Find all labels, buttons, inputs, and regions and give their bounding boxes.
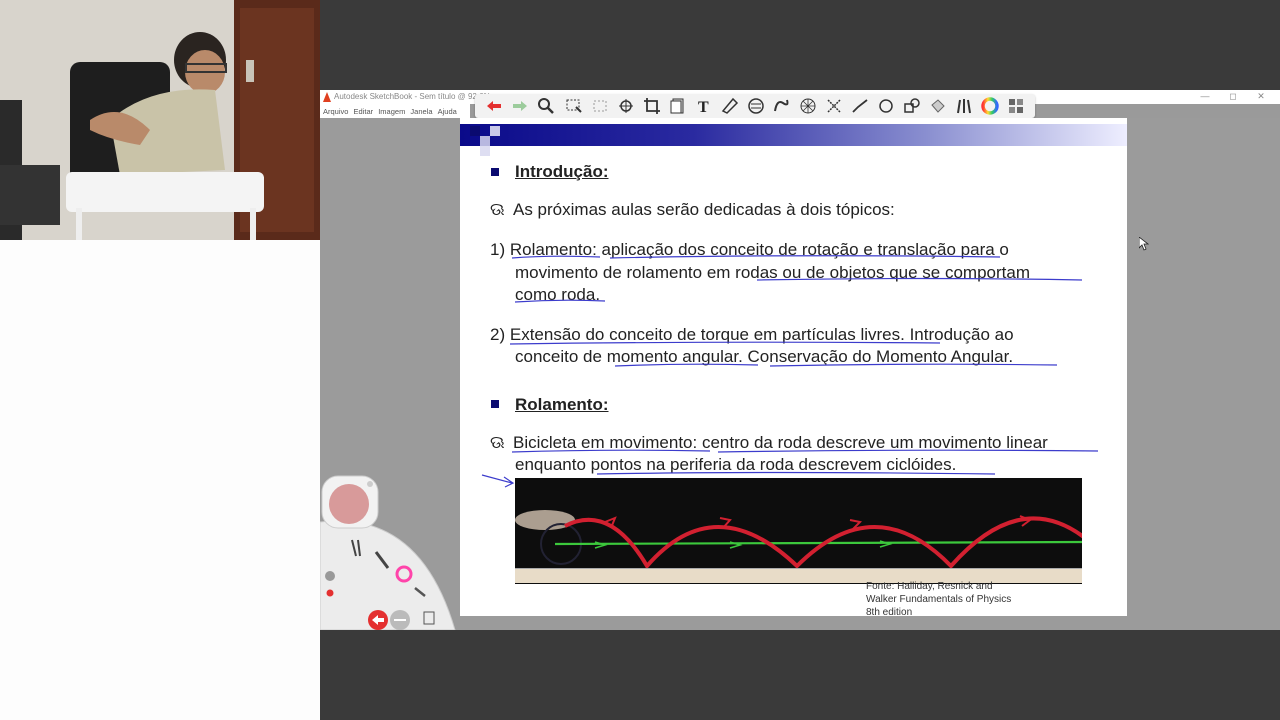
underline-conservacao bbox=[769, 363, 1058, 367]
underline-momento bbox=[614, 363, 759, 367]
shape-icon[interactable] bbox=[903, 97, 921, 115]
presentation-slide: Introdução: ଊ As próximas aulas serão de… bbox=[460, 118, 1127, 616]
menu-imagem[interactable]: Imagem bbox=[378, 107, 405, 116]
svg-text:T: T bbox=[698, 99, 709, 115]
sketchbook-window: Autodesk SketchBook - Sem título @ 92,6%… bbox=[320, 90, 1280, 630]
circle-icon[interactable] bbox=[877, 97, 895, 115]
background-strip-bottom bbox=[320, 630, 1280, 720]
webcam-feed bbox=[0, 0, 320, 240]
webcam-image bbox=[0, 0, 320, 240]
undo-icon[interactable] bbox=[368, 610, 388, 630]
menu-bar: Arquivo Editar Imagem Janela Ajuda bbox=[320, 104, 470, 118]
arrow-annotation bbox=[481, 474, 515, 488]
transform-icon[interactable] bbox=[617, 97, 635, 115]
window-title: Autodesk SketchBook - Sem título @ 92,6% bbox=[334, 92, 491, 101]
credit-line-2: Walker Fundamentals of Physics bbox=[866, 594, 1012, 605]
text-icon[interactable]: T bbox=[695, 97, 713, 115]
redo-icon[interactable] bbox=[390, 610, 410, 630]
undo-icon[interactable] bbox=[485, 97, 503, 115]
select-icon[interactable] bbox=[565, 97, 583, 115]
background-strip-top bbox=[320, 0, 1280, 90]
underline-definition bbox=[609, 255, 1001, 259]
credit-line-3: 8th edition bbox=[866, 607, 913, 616]
brush-color-swatch[interactable] bbox=[329, 484, 369, 524]
crop-icon[interactable] bbox=[643, 97, 661, 115]
copic-icon[interactable] bbox=[1007, 97, 1025, 115]
menu-editar[interactable]: Editar bbox=[354, 107, 374, 116]
red-dot-icon bbox=[326, 589, 334, 597]
figure-credit: Fonte: Halliday, Resnick and Walker Fund… bbox=[866, 580, 1011, 616]
underline-rolamento bbox=[511, 255, 601, 259]
underline-cycloids bbox=[596, 471, 996, 475]
underline-bicicleta bbox=[511, 449, 711, 453]
french-curve-icon[interactable] bbox=[773, 97, 791, 115]
opacity-icon[interactable] bbox=[325, 571, 335, 581]
empty-panel bbox=[0, 240, 320, 720]
ellipse-icon[interactable] bbox=[747, 97, 765, 115]
menu-ajuda[interactable]: Ajuda bbox=[438, 107, 457, 116]
sketchbook-logo-icon bbox=[323, 92, 331, 102]
menu-arquivo[interactable]: Arquivo bbox=[323, 107, 348, 116]
lasso-icon[interactable] bbox=[591, 97, 609, 115]
underline-bike-center bbox=[717, 449, 1099, 453]
minimize-button[interactable]: — bbox=[1198, 91, 1212, 101]
lagoon-palette bbox=[320, 475, 456, 630]
redo-icon[interactable] bbox=[511, 97, 529, 115]
underline-like-wheel bbox=[514, 299, 606, 303]
zoom-icon[interactable] bbox=[537, 97, 555, 115]
layer-icon[interactable] bbox=[669, 97, 687, 115]
ruler-icon[interactable] bbox=[721, 97, 739, 115]
menu-janela[interactable]: Janela bbox=[410, 107, 432, 116]
underline-torque bbox=[509, 341, 941, 345]
close-button[interactable]: ✕ bbox=[1254, 91, 1268, 102]
credit-line-1: Fonte: Halliday, Resnick and bbox=[866, 581, 993, 592]
maximize-button[interactable]: ◻ bbox=[1226, 91, 1240, 102]
color-wheel-icon[interactable] bbox=[981, 97, 999, 115]
toolbar: T bbox=[475, 94, 1035, 118]
symmetry-icon[interactable] bbox=[825, 97, 843, 115]
mouse-cursor-icon bbox=[1139, 237, 1149, 251]
perspective-icon[interactable] bbox=[799, 97, 817, 115]
line-icon[interactable] bbox=[851, 97, 869, 115]
underline-wheels bbox=[756, 277, 1083, 281]
fill-icon[interactable] bbox=[929, 97, 947, 115]
brush-library-icon[interactable] bbox=[955, 97, 973, 115]
